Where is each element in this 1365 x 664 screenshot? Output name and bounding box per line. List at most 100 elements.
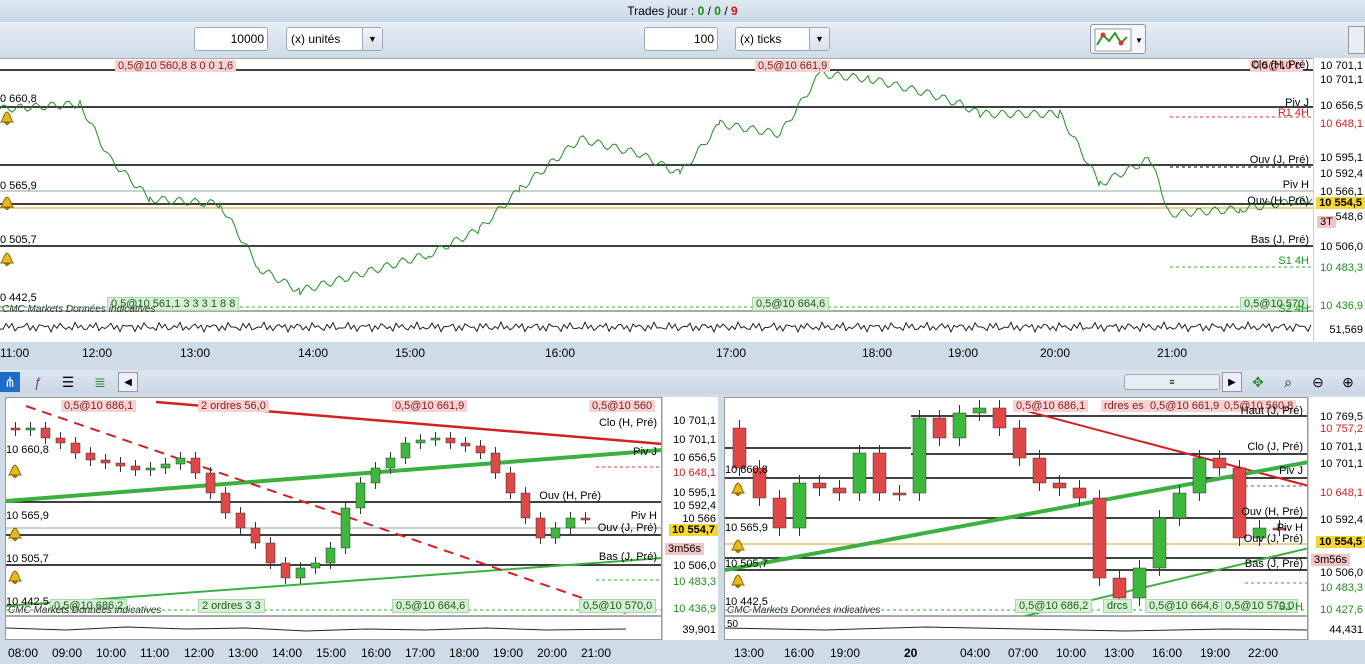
- alert-bell-icon[interactable]: [0, 111, 14, 125]
- time-tick: 21:00: [1157, 346, 1188, 360]
- scroll-left-icon[interactable]: ◀: [118, 372, 138, 392]
- order-box-pink-1[interactable]: 0,5@10 560,8 8 0 0 1,6: [115, 60, 237, 72]
- candle: [145, 467, 156, 471]
- data-source-footer: CMC Markets Données indicatives: [8, 605, 162, 616]
- alert-bell-icon[interactable]: [731, 574, 745, 588]
- order-box-pink-2[interactable]: 0,5@10 661,9: [755, 60, 831, 72]
- candle: [100, 459, 111, 464]
- order-box-green-2[interactable]: 0,5@10 664,6: [752, 297, 830, 311]
- indicator-icon[interactable]: ƒ: [28, 372, 48, 392]
- alert-bell-icon[interactable]: [8, 527, 22, 541]
- chevron-down-icon[interactable]: ▼: [362, 28, 382, 50]
- time-tick: 20: [904, 646, 918, 660]
- scroll-right-icon[interactable]: ▶: [1222, 372, 1242, 392]
- time-tick: 20:00: [537, 646, 568, 660]
- trades-sep-1: /: [707, 4, 711, 18]
- candle: [310, 562, 321, 569]
- chart-signal-icon: ▼: [1094, 28, 1143, 52]
- candle: [505, 472, 516, 494]
- candle: [1072, 487, 1087, 499]
- time-tick: 16:00: [1152, 646, 1183, 660]
- order-box-pink-1[interactable]: 0,5@10 686,1: [61, 400, 137, 412]
- axis-tick: 10 483,3: [673, 576, 716, 588]
- order-box-pink-3[interactable]: 0,5@10 661,9: [1147, 400, 1223, 412]
- order-box-pink-3[interactable]: 0,5@10 661,9: [392, 400, 468, 412]
- zoom-fit-icon[interactable]: ⌕: [1278, 372, 1298, 392]
- line-label-piv-h: Piv H: [1282, 179, 1309, 191]
- time-tick: 09:00: [52, 646, 83, 660]
- alert-bell-icon[interactable]: [8, 570, 22, 584]
- candle: [355, 482, 366, 509]
- axis-tick: 10 592,4: [673, 500, 716, 512]
- candle: [250, 527, 261, 544]
- chart-toolbar: ⋔ ƒ ☰ ≣ ◀ ≡ ▶ ✥ ⌕ ⊖ ⊕: [0, 370, 1365, 394]
- order-box-green-3[interactable]: 0,5@10 664,6: [1145, 599, 1223, 613]
- axis-tick: 10 595,1: [1320, 152, 1363, 164]
- candle: [85, 452, 96, 461]
- ticks-input[interactable]: 100: [644, 27, 718, 51]
- oscillator-line: [0, 320, 1312, 334]
- time-tick: 16:00: [784, 646, 815, 660]
- order-box-green-2[interactable]: 2 ordres 3 3: [198, 599, 265, 613]
- quantity-input[interactable]: 10000: [194, 27, 268, 51]
- alert-bell-icon[interactable]: [8, 464, 22, 478]
- candle: [1192, 457, 1207, 494]
- line-label-ouv-j: Ouv (J, Pré): [1249, 154, 1309, 166]
- line-label-ouv-h: Ouv (H, Pré): [1247, 195, 1309, 207]
- scrollbar-thumb[interactable]: ≡: [1124, 374, 1220, 390]
- order-box-green-4[interactable]: 0,5@10 570,0: [579, 599, 657, 613]
- zoom-in-icon[interactable]: ⊕: [1338, 372, 1358, 392]
- candle: [280, 562, 291, 579]
- order-box-green-3[interactable]: 0,5@10 664,6: [392, 599, 470, 613]
- candle: [175, 457, 186, 465]
- bottom-left-chart[interactable]: 0,5@10 686,1 2 ordres 56,0 0,5@10 661,9 …: [5, 397, 662, 640]
- candle: [295, 567, 306, 579]
- candle: [1172, 492, 1187, 519]
- candle: [892, 492, 907, 496]
- bottom-left-price-axis[interactable]: 10 701,1 10 701,1 10 656,5 10 648,1 10 5…: [662, 397, 718, 640]
- time-tick: 10:00: [96, 646, 127, 660]
- axis-tick: 10 592,4: [1320, 168, 1363, 180]
- bars-icon[interactable]: ≣: [90, 372, 110, 392]
- axis-tick: 10 595,1: [673, 487, 716, 499]
- candle: [1112, 577, 1127, 599]
- data-source-footer: CMC Markets Données indicatives: [2, 304, 156, 315]
- chevron-down-icon[interactable]: ▼: [809, 28, 829, 50]
- share-icon[interactable]: ⋔: [0, 372, 20, 392]
- alert-bell-icon[interactable]: [731, 539, 745, 553]
- crosshair-icon[interactable]: ✥: [1248, 372, 1268, 392]
- candle: [115, 462, 126, 467]
- order-box-green-2[interactable]: drcs: [1103, 599, 1132, 613]
- axis-tick: 10 483,3: [1320, 262, 1363, 274]
- oscillator-value: 50: [727, 619, 739, 630]
- order-box-green-1[interactable]: 0,5@10 686,2: [1015, 599, 1093, 613]
- time-tick: 13:00: [180, 346, 211, 360]
- order-box-pink-2[interactable]: 2 ordres 56,0: [198, 400, 269, 412]
- bottom-right-chart[interactable]: 0,5@10 686,1 rdres es 0,5@10 661,9 0,5@1…: [724, 397, 1308, 640]
- top-price-chart[interactable]: 0 660,8 0 565,9 0 505,7 0 442,5 0,5@10 5…: [0, 58, 1313, 342]
- bottom-right-price-axis[interactable]: 10 769,5 10 757,2 10 701,1 10 701,1 10 6…: [1308, 397, 1365, 640]
- order-box-pink-4[interactable]: 0,5@10 560: [589, 400, 656, 412]
- left-level-3: 0 505,7: [0, 234, 37, 246]
- bottom-left-time-axis: 08:00 09:00 10:00 11:00 12:00 13:00 14:0…: [0, 642, 720, 664]
- time-tick: 18:00: [449, 646, 480, 660]
- time-tick: 20:00: [1040, 346, 1071, 360]
- list-icon[interactable]: ☰: [58, 372, 78, 392]
- quantity-unit-select[interactable]: (x) unités ▼: [286, 27, 383, 51]
- ticks-unit-select[interactable]: (x) ticks ▼: [735, 27, 830, 51]
- time-tick: 15:00: [316, 646, 347, 660]
- zoom-out-icon[interactable]: ⊖: [1308, 372, 1328, 392]
- side-panel-icon[interactable]: [1348, 26, 1365, 54]
- axis-tick: 10 701,1: [1320, 60, 1363, 72]
- line-label-bas-j: Bas (J, Pré): [1250, 234, 1309, 246]
- order-box-pink-2[interactable]: rdres es: [1101, 400, 1147, 412]
- order-box-pink-1[interactable]: 0,5@10 686,1: [1013, 400, 1089, 412]
- top-price-axis[interactable]: 10 701,1 10 701,1 10 656,5 10 648,1 10 5…: [1313, 58, 1365, 342]
- alert-bell-icon[interactable]: [0, 252, 14, 266]
- alert-bell-icon[interactable]: [0, 196, 14, 210]
- candle: [852, 452, 867, 494]
- line-label-ouv-j: Ouv (J, Pré): [1243, 533, 1303, 545]
- candle: [385, 457, 396, 469]
- alert-bell-icon[interactable]: [731, 482, 745, 496]
- strategy-button[interactable]: ▼: [1090, 24, 1146, 54]
